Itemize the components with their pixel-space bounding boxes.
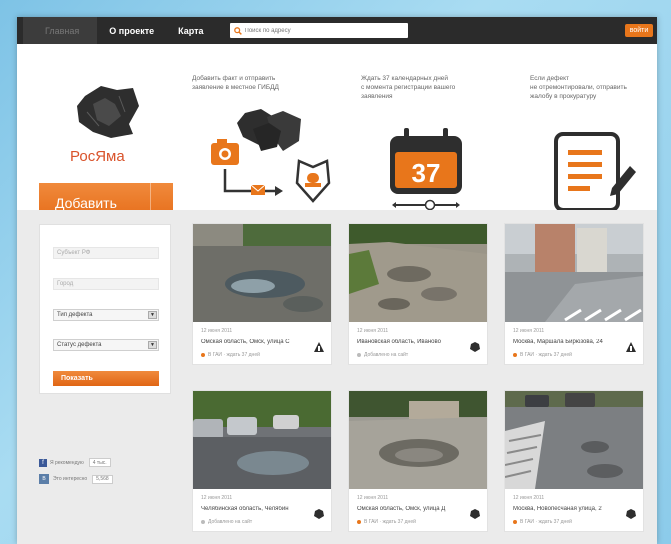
chevron-down-icon: ▼ [148, 311, 157, 319]
facebook-like-label: Я рекомендую [50, 459, 84, 466]
pedestrian-icon [626, 342, 636, 352]
card-status: В ГАИ · ждать 37 дней [357, 519, 416, 525]
card-status-text: Добавлено на сайт [364, 352, 409, 358]
vk-icon: В [39, 474, 49, 484]
card-address[interactable]: Челябинская область, Челябин [201, 506, 319, 512]
status-dot [201, 353, 205, 357]
login-button[interactable]: войти [625, 24, 653, 37]
logo-text: РосЯма [70, 148, 125, 165]
defect-photo[interactable] [349, 391, 487, 489]
card-date: 12 июня 2011 [201, 495, 233, 501]
add-defect-label: Добавить [55, 195, 117, 211]
card-date: 12 июня 2011 [513, 328, 545, 334]
card-date: 12 июня 2011 [201, 328, 233, 334]
search-input[interactable] [244, 27, 405, 34]
pothole-icon [470, 509, 480, 519]
facebook-like[interactable]: f Я рекомендую 4 тыс. [39, 458, 111, 467]
status-dot [513, 520, 517, 524]
card-date: 12 июня 2011 [357, 495, 389, 501]
step-3-text: Если дефект не отремонтировали, отправит… [530, 75, 627, 100]
status-dot [513, 353, 517, 357]
calendar-days-text: 37 [412, 158, 441, 188]
defect-photo[interactable] [193, 224, 331, 322]
pothole-logo-icon [77, 86, 139, 138]
vk-like-count: 5,568 [92, 474, 113, 484]
hero-section: РосЯма Добавить Добавить факт и отправит… [17, 44, 657, 223]
card-address[interactable]: Омская область, Омск, улица Д [357, 506, 475, 512]
card-status: В ГАИ · ждать 37 дней [201, 352, 260, 358]
show-button[interactable]: Показать [53, 371, 159, 386]
tab-about[interactable]: О проекте [97, 17, 166, 44]
filter-panel: Субъект РФ Город Тип дефекта ▼ Статус де… [39, 224, 171, 394]
pothole-icon [314, 509, 324, 519]
vk-like[interactable]: В Это интересно 5,568 [39, 474, 113, 484]
page: Главная О проекте Карта войти РосЯма Доб… [17, 17, 657, 544]
defect-card[interactable]: 12 июня 2011 Москва, Новопесчаная улица,… [504, 390, 644, 532]
card-status-text: Добавлено на сайт [208, 519, 253, 525]
defect-card[interactable]: 12 июня 2011 Ивановская область, Иваново… [348, 223, 488, 365]
defect-status-value: Статус дефекта [57, 342, 102, 348]
city-field[interactable]: Город [53, 278, 159, 290]
defect-card[interactable]: 12 июня 2011 Челябинская область, Челяби… [192, 390, 332, 532]
card-address[interactable]: Москва, Новопесчаная улица, 2 [513, 506, 631, 512]
facebook-icon: f [39, 458, 47, 467]
tab-home[interactable]: Главная [23, 17, 98, 44]
defect-photo[interactable] [193, 391, 331, 489]
defect-type-value: Тип дефекта [57, 312, 93, 318]
card-status: В ГАИ · ждать 37 дней [513, 519, 572, 525]
region-field[interactable]: Субъект РФ [53, 247, 159, 259]
card-date: 12 июня 2011 [357, 328, 389, 334]
card-status: Добавлено на сайт [357, 352, 408, 358]
tab-map[interactable]: Карта [166, 17, 215, 44]
status-dot [357, 353, 361, 357]
chevron-down-icon: ▼ [148, 341, 157, 349]
status-dot [357, 520, 361, 524]
step-1-illustration [211, 109, 331, 203]
defect-type-select[interactable]: Тип дефекта ▼ [53, 309, 159, 321]
defect-photo[interactable] [505, 391, 643, 489]
card-status-text: В ГАИ · ждать 37 дней [208, 352, 260, 358]
search-icon [233, 26, 242, 35]
defect-card[interactable]: 12 июня 2011 Москва, Маршала Бирюзова, 2… [504, 223, 644, 365]
card-status: Добавлено на сайт [201, 519, 252, 525]
defect-photo[interactable] [349, 224, 487, 322]
card-status-text: В ГАИ · ждать 37 дней [520, 519, 572, 525]
card-status-text: В ГАИ · ждать 37 дней [520, 352, 572, 358]
card-address[interactable]: Москва, Маршала Бирюзова, 24 [513, 339, 631, 345]
card-address[interactable]: Омская область, Омск, улица С [201, 339, 319, 345]
step-1-text: Добавить факт и отправить заявление в ме… [192, 75, 279, 91]
vk-like-label: Это интересно [53, 476, 88, 482]
facebook-like-count: 4 тыс. [88, 458, 111, 467]
defect-photo[interactable] [505, 224, 643, 322]
search-box[interactable] [229, 23, 408, 38]
pedestrian-icon [314, 342, 324, 352]
defect-card[interactable]: 12 июня 2011 Омская область, Омск, улица… [348, 390, 488, 532]
status-dot [201, 520, 205, 524]
defect-card[interactable]: 12 июня 2011 Омская область, Омск, улица… [192, 223, 332, 365]
defect-status-select[interactable]: Статус дефекта ▼ [53, 339, 159, 351]
card-status: В ГАИ · ждать 37 дней [513, 352, 572, 358]
calendar-icon: 37 [390, 128, 462, 211]
pothole-icon [626, 509, 636, 519]
step-2-text: Ждать 37 календарных дней с момента реги… [361, 75, 456, 100]
document-pen-icon [554, 132, 636, 212]
card-date: 12 июня 2011 [513, 495, 545, 501]
top-nav: Главная О проекте Карта войти [17, 17, 657, 44]
card-status-text: В ГАИ · ждать 37 дней [364, 519, 416, 525]
content-area: Субъект РФ Город Тип дефекта ▼ Статус де… [17, 210, 657, 544]
card-address[interactable]: Ивановская область, Иваново [357, 339, 475, 345]
pothole-icon [470, 342, 480, 352]
